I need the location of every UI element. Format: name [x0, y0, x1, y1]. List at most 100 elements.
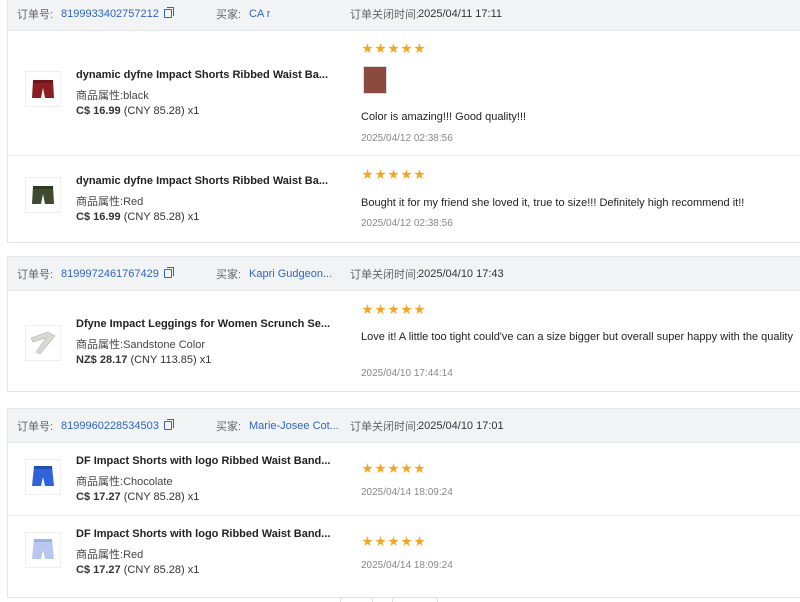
- buyer-label: 买家:: [216, 8, 242, 21]
- shorts-image-icon: [32, 466, 54, 486]
- attribute-label: 商品属性:: [76, 90, 124, 102]
- star-icon: [362, 304, 373, 315]
- review-time: 2025/04/14 18:09:24: [361, 560, 453, 571]
- price-value: C$ 16.99: [76, 105, 121, 117]
- rating-stars: [362, 43, 425, 54]
- order-number[interactable]: 8199960228534503: [61, 418, 174, 432]
- price-cny: (CNY 85.28): [123, 211, 185, 223]
- price-cny: (CNY 113.85): [130, 354, 197, 366]
- star-icon: [401, 169, 412, 180]
- product-title-link[interactable]: Dfyne Impact Leggings for Women Scrunch …: [76, 318, 331, 330]
- order-item: DF Impact Shorts with logo Ribbed Waist …: [8, 516, 800, 596]
- order-item: Dfyne Impact Leggings for Women Scrunch …: [8, 291, 800, 391]
- copy-icon[interactable]: [163, 266, 174, 278]
- product-title-link[interactable]: DF Impact Shorts with logo Ribbed Waist …: [76, 455, 331, 467]
- close-time-label: 订单关闭时间:: [350, 8, 420, 21]
- close-time: 2025/04/10 17:43: [418, 267, 504, 280]
- attribute-label: 商品属性:: [76, 549, 124, 561]
- attribute-label: 商品属性:: [76, 196, 124, 208]
- order-card: 订单号: 8199972461767429 买家: Kapri Gudgeon.…: [7, 256, 800, 392]
- quantity: x1: [187, 211, 200, 223]
- order-number-label: 订单号:: [17, 268, 54, 281]
- product-attribute: 商品属性:Sandstone Color: [76, 336, 205, 352]
- star-icon: [401, 536, 412, 547]
- product-attribute: 商品属性:Red: [76, 193, 143, 209]
- review-text: Bought it for my friend she loved it, tr…: [361, 197, 745, 209]
- star-icon: [362, 463, 373, 474]
- attribute-label: 商品属性:: [76, 339, 124, 351]
- star-icon: [414, 43, 425, 54]
- attribute-value: black: [123, 90, 149, 102]
- pagination-button[interactable]: [340, 597, 373, 602]
- product-title-link[interactable]: dynamic dyfne Impact Shorts Ribbed Waist…: [76, 69, 331, 81]
- quantity: x1: [187, 491, 200, 503]
- order-number[interactable]: 8199972461767429: [61, 266, 174, 280]
- product-thumbnail[interactable]: [25, 532, 61, 568]
- rating-stars: [362, 463, 425, 474]
- star-icon: [414, 169, 425, 180]
- order-number-value[interactable]: 8199933402757212: [61, 8, 159, 20]
- product-thumbnail[interactable]: [25, 459, 61, 495]
- rating-stars: [362, 304, 425, 315]
- product-price: C$ 17.27 (CNY 85.28) x1: [76, 564, 199, 576]
- star-icon: [414, 536, 425, 547]
- price-value: C$ 17.27: [76, 564, 121, 576]
- product-title-link[interactable]: dynamic dyfne Impact Shorts Ribbed Waist…: [76, 175, 331, 187]
- attribute-value: Red: [123, 549, 144, 561]
- close-time: 2025/04/10 17:01: [418, 419, 504, 432]
- review-text: Love it! A little too tight could've can…: [361, 331, 793, 343]
- buyer-name-link[interactable]: Marie-Josee Cot...: [249, 420, 339, 432]
- review-time: 2025/04/12 02:38:56: [361, 218, 453, 229]
- price-cny: (CNY 85.28): [123, 564, 185, 576]
- leggings-image-icon: [30, 331, 56, 355]
- star-icon: [375, 169, 386, 180]
- review-photo[interactable]: [363, 66, 387, 94]
- buyer-label: 买家:: [216, 268, 242, 281]
- price-value: C$ 16.99: [76, 211, 121, 223]
- order-number-value[interactable]: 8199972461767429: [61, 268, 159, 280]
- buyer-name-link[interactable]: Kapri Gudgeon...: [249, 268, 332, 280]
- star-icon: [401, 304, 412, 315]
- rating-stars: [362, 169, 425, 180]
- product-attribute: 商品属性:Chocolate: [76, 473, 173, 489]
- product-thumbnail[interactable]: [25, 177, 61, 213]
- order-number-label: 订单号:: [17, 420, 54, 433]
- star-icon: [401, 463, 412, 474]
- review-text: Color is amazing!!! Good quality!!!: [361, 111, 527, 123]
- price-value: NZ$ 28.17: [76, 354, 128, 366]
- order-card: 订单号: 8199933402757212 买家: CA r 订单关闭时间: 2…: [7, 0, 800, 243]
- copy-icon[interactable]: [163, 418, 174, 430]
- attribute-value: Red: [123, 196, 144, 208]
- buyer-name-link[interactable]: CA r: [249, 8, 270, 20]
- quantity: x1: [199, 354, 212, 366]
- product-price: C$ 17.27 (CNY 85.28) x1: [76, 491, 199, 503]
- order-header: 订单号: 8199960228534503 买家: Marie-Josee Co…: [8, 409, 800, 443]
- star-icon: [414, 463, 425, 474]
- star-icon: [388, 169, 399, 180]
- star-icon: [388, 43, 399, 54]
- product-title-link[interactable]: DF Impact Shorts with logo Ribbed Waist …: [76, 528, 331, 540]
- review-time: 2025/04/10 17:44:14: [361, 368, 453, 379]
- price-value: C$ 17.27: [76, 491, 121, 503]
- review-time: 2025/04/12 02:38:56: [361, 133, 453, 144]
- close-time: 2025/04/11 17:11: [418, 7, 503, 20]
- star-icon: [375, 536, 386, 547]
- star-icon: [388, 304, 399, 315]
- star-icon: [362, 43, 373, 54]
- quantity: x1: [187, 564, 200, 576]
- rating-stars: [362, 536, 425, 547]
- order-number[interactable]: 8199933402757212: [61, 6, 174, 20]
- pagination-button[interactable]: [392, 597, 438, 602]
- star-icon: [388, 536, 399, 547]
- order-number-value[interactable]: 8199960228534503: [61, 420, 159, 432]
- product-thumbnail[interactable]: [25, 71, 61, 107]
- copy-icon[interactable]: [163, 6, 174, 18]
- product-price: C$ 16.99 (CNY 85.28) x1: [76, 211, 199, 223]
- product-thumbnail[interactable]: [25, 325, 61, 361]
- product-attribute: 商品属性:Red: [76, 546, 143, 562]
- attribute-value: Sandstone Color: [123, 339, 206, 351]
- star-icon: [375, 463, 386, 474]
- price-cny: (CNY 85.28): [123, 491, 185, 503]
- order-item: dynamic dyfne Impact Shorts Ribbed Waist…: [8, 31, 800, 156]
- buyer-label: 买家:: [216, 420, 242, 433]
